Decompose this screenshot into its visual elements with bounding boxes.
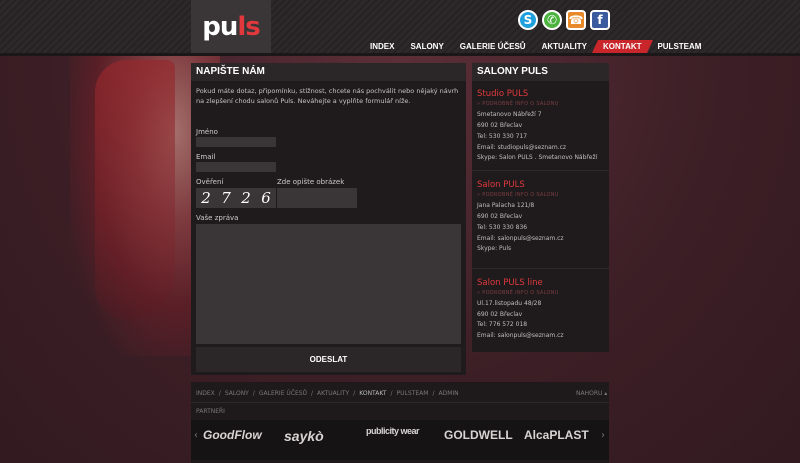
- nav-item-aktuality[interactable]: AKTUALITY: [534, 40, 595, 53]
- site-logo[interactable]: puls: [191, 0, 271, 53]
- salon-phone: Tel: 530 330 717: [477, 133, 528, 140]
- salon-divider: [472, 170, 609, 171]
- main-nav: INDEX SALONY GALERIE ÚČESŮ AKTUALITY KON…: [362, 40, 709, 53]
- nav-item-galerie[interactable]: GALERIE ÚČESŮ: [452, 40, 534, 53]
- captcha-digit: 7: [221, 189, 231, 207]
- salon-city: 690 02 Břeclav: [477, 213, 523, 220]
- footer-nav-kontakt[interactable]: KONTAKT: [359, 390, 386, 397]
- phone-icon[interactable]: ☎: [566, 10, 586, 30]
- salon-address: Ul.17.listopadu 48/28: [477, 300, 542, 307]
- footer-nav-salony[interactable]: SALONY: [225, 390, 249, 397]
- whatsapp-icon[interactable]: ✆: [542, 10, 562, 30]
- salon-phone: Tel: 776 572 018: [477, 321, 528, 328]
- salon-email: Email: salonpuls@seznam.cz: [477, 235, 564, 242]
- message-label: Vaše zpráva: [196, 214, 239, 222]
- salon-phone: Tel: 530 330 836: [477, 224, 528, 231]
- salon-name[interactable]: Salon PULS: [477, 180, 525, 190]
- footer-nav: INDEX / SALONY / GALERIE ÚČESŮ / AKTUALITY /…: [196, 390, 459, 397]
- captcha-digit: 6: [261, 189, 271, 207]
- salon-address: Jana Palacha 121/8: [477, 202, 535, 209]
- footer-divider: [191, 402, 609, 403]
- footer-nav-index[interactable]: INDEX: [196, 390, 215, 397]
- salon-city: 690 02 Břeclav: [477, 311, 523, 318]
- salon-divider: [472, 268, 609, 269]
- salon-address: Smetanovo Nábřeží 7: [477, 111, 542, 118]
- partner-logo-alcaplast[interactable]: AlcaPLAST: [524, 428, 589, 442]
- facebook-icon[interactable]: f: [590, 10, 610, 30]
- captcha-label: Zde opište obrázek: [277, 178, 345, 186]
- nav-item-index[interactable]: INDEX: [362, 40, 402, 53]
- message-textarea[interactable]: [196, 224, 461, 344]
- salon-skype: Skype: Salon PULS . Smetanovo Nábřeží: [477, 154, 598, 161]
- footer-nav-admin[interactable]: ADMIN: [438, 390, 458, 397]
- salon-name[interactable]: Salon PULS line: [477, 278, 543, 288]
- partner-logo-publicity-wear[interactable]: publicity wear: [366, 426, 420, 436]
- name-label: Jméno: [196, 128, 218, 136]
- footer-nav-pulsteam[interactable]: PULSTEAM: [397, 390, 429, 397]
- nav-item-pulsteam[interactable]: PULSTEAM: [649, 40, 709, 53]
- verify-label: Ověření: [196, 178, 224, 186]
- partner-logo-goodflow[interactable]: GoodFlow: [203, 428, 262, 442]
- footer-nav-aktuality[interactable]: AKTUALITY: [317, 390, 349, 397]
- back-to-top-link[interactable]: NAHORU ▴: [576, 390, 607, 397]
- salon-name[interactable]: Studio PULS: [477, 89, 528, 99]
- submit-button[interactable]: ODESLAT: [196, 347, 461, 372]
- salon-more-link[interactable]: » PODROBNÉ INFO O SALONU: [477, 192, 559, 198]
- salon-email: Email: salonpuls@seznam.cz: [477, 332, 564, 339]
- name-input[interactable]: [196, 137, 276, 147]
- email-label: Email: [196, 153, 216, 161]
- salon-email: Email: studiopuls@seznam.cz: [477, 144, 567, 151]
- partners-next-arrow[interactable]: ›: [601, 430, 605, 441]
- captcha-input[interactable]: [277, 188, 357, 208]
- nav-item-salony[interactable]: SALONY: [402, 40, 451, 53]
- model-hair: [95, 60, 175, 320]
- email-input[interactable]: [196, 162, 276, 172]
- form-intro: Pokud máte dotaz, připomínku, stížnost, …: [196, 87, 459, 105]
- salon-skype: Skype: Puls: [477, 245, 512, 252]
- captcha-digit: 2: [201, 189, 211, 207]
- partners-prev-arrow[interactable]: ‹: [194, 430, 198, 441]
- partner-logo-sayko[interactable]: saykò: [284, 428, 324, 444]
- captcha-image: 2 7 2 6: [196, 188, 276, 208]
- partner-logo-goldwell[interactable]: GOLDWELL: [444, 428, 513, 442]
- salons-title: SALONY PULS: [477, 66, 548, 77]
- salon-city: 690 02 Břeclav: [477, 122, 523, 129]
- nav-item-kontakt-label: KONTAKT: [602, 42, 642, 51]
- salon-more-link[interactable]: » PODROBNÉ INFO O SALONU: [477, 101, 559, 107]
- nav-item-kontakt[interactable]: KONTAKT: [591, 40, 653, 53]
- logo-text: puls: [202, 11, 261, 42]
- salon-more-link[interactable]: » PODROBNÉ INFO O SALONU: [477, 290, 559, 296]
- partners-label: PARTNEŘI: [196, 408, 225, 415]
- form-title: NAPIŠTE NÁM: [196, 66, 265, 77]
- skype-icon[interactable]: S: [518, 10, 538, 30]
- captcha-digit: 2: [241, 189, 251, 207]
- footer-nav-galerie[interactable]: GALERIE ÚČESŮ: [259, 390, 307, 397]
